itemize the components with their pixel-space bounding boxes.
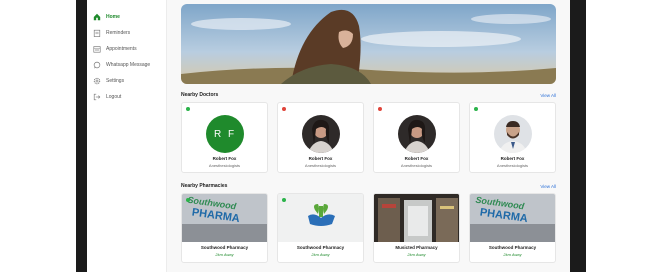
pharmacy-card[interactable]: Musicted Pharmacy 2km Away [373,193,460,263]
main-content: Nearby Doctors View All R F Robert Fox A… [167,0,570,272]
hero-banner [181,4,556,84]
status-dot-online [186,107,190,111]
pharmacy-distance: 2km Away [407,252,426,257]
sidebar-item-appointments[interactable]: Appointments [93,43,137,55]
doctor-role: Anesthesiologists [496,163,529,168]
pharmacies-section-title: Nearby Pharmacies [181,183,228,189]
avatar: R F [206,115,244,153]
pharmacy-name: Southwood Pharmacy [296,245,345,250]
sidebar-item-label: Reminders [106,30,131,36]
pharmacy-image [374,194,459,242]
whatsapp-icon [93,61,101,69]
device-frame-right [586,0,657,272]
device-bezel-left [76,0,87,272]
doctor-role: Anesthesiologists [304,163,337,168]
pharmacy-distance: 2km Away [215,252,234,257]
calendar-icon [93,45,101,53]
pharmacy-card[interactable]: Southwood PHARMA Southwood Pharmacy 2km … [469,193,556,263]
pharmacy-name: Southwood Pharmacy [488,245,537,250]
sidebar-item-label: Appointments [106,46,137,52]
sidebar-item-reminders[interactable]: Reminders [93,27,130,39]
sidebar-item-label: Whatsapp Message [106,62,151,68]
status-dot-offline [282,107,286,111]
pharmacies-view-all-link[interactable]: View All [540,184,556,189]
sidebar-item-settings[interactable]: Settings [93,75,124,87]
pharmacy-logo [278,194,363,242]
doctor-name: Robert Fox [404,156,429,161]
pharmacy-image: Southwood PHARMA [182,194,267,242]
doctor-card[interactable]: Robert Fox Anesthesiologists [469,102,556,173]
home-icon [93,13,101,21]
doctor-role: Anesthesiologists [208,163,241,168]
pharmacy-name: Southwood Pharmacy [200,245,249,250]
sidebar-item-label: Home [106,14,120,20]
doctor-name: Robert Fox [308,156,333,161]
status-dot-offline [378,107,382,111]
status-dot-online [186,198,190,202]
status-dot-online [474,107,478,111]
pharmacy-distance: 2km Away [503,252,522,257]
gear-icon [93,77,101,85]
doctor-role: Anesthesiologists [400,163,433,168]
logout-icon [93,93,101,101]
avatar [302,115,340,153]
doctors-view-all-link[interactable]: View All [540,93,556,98]
sidebar-item-whatsapp[interactable]: Whatsapp Message [93,59,150,71]
clipboard-icon [93,29,101,37]
sidebar-item-label: Settings [106,78,125,84]
pharmacy-card[interactable]: Southwood PHARMA Southwood Pharmacy 2km … [181,193,268,263]
device-bezel-right [570,0,586,272]
pharmacy-distance: 2km Away [311,252,330,257]
pharmacy-card[interactable]: Southwood Pharmacy 2km Away [277,193,364,263]
doctor-card[interactable]: R F Robert Fox Anesthesiologists [181,102,268,173]
sidebar: Home Reminders Appointments Whatsapp Mes… [87,0,167,272]
avatar [398,115,436,153]
doctor-name: Robert Fox [500,156,525,161]
sidebar-item-logout[interactable]: Logout [93,91,121,103]
sidebar-item-home[interactable]: Home [93,11,120,23]
status-dot-online [282,198,286,202]
doctor-card[interactable]: Robert Fox Anesthesiologists [277,102,364,173]
sidebar-item-label: Logout [106,94,122,100]
avatar [494,115,532,153]
pharmacy-image: Southwood PHARMA [470,194,555,242]
pharmacy-name: Musicted Pharmacy [395,245,438,250]
device-frame-left [0,0,87,272]
doctor-card[interactable]: Robert Fox Anesthesiologists [373,102,460,173]
doctors-section-title: Nearby Doctors [181,92,219,98]
doctor-name: Robert Fox [212,156,237,161]
